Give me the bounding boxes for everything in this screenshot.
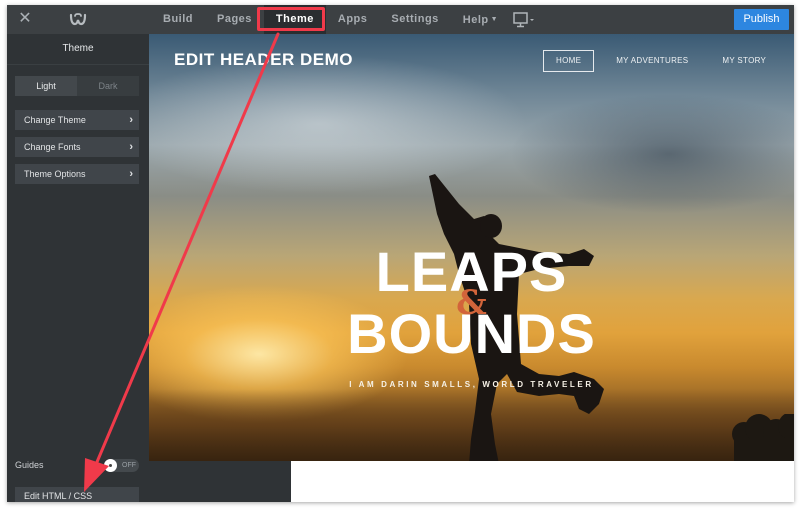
nav-apps[interactable]: Apps (326, 5, 380, 34)
chevron-right-icon: › (129, 141, 133, 153)
page-content-area[interactable] (291, 461, 794, 502)
guides-toggle[interactable]: OFF (104, 459, 139, 472)
sidebar-title: Theme (7, 34, 149, 65)
nav-theme[interactable]: Theme (263, 5, 326, 34)
toggle-light[interactable]: Light (15, 76, 77, 96)
sidebar-item-label: Change Fonts (24, 142, 81, 152)
hero-header[interactable]: EDIT HEADER DEMO HOME MY ADVENTURES MY S… (149, 34, 794, 461)
site-nav-my-adventures[interactable]: MY ADVENTURES (604, 50, 700, 72)
chevron-right-icon: › (129, 114, 133, 126)
hero-tagline[interactable]: I AM DARIN SMALLS, WORLD TRAVELER (149, 380, 794, 389)
chevron-right-icon: › (129, 168, 133, 180)
site-nav-my-story[interactable]: MY STORY (710, 50, 778, 72)
hero-title-line2[interactable]: BOUNDS (149, 306, 794, 362)
light-dark-toggle: Light Dark (15, 76, 139, 96)
toggle-dark[interactable]: Dark (77, 76, 139, 96)
main-nav: Build Pages Theme Apps Settings Help ▼ (151, 5, 510, 34)
theme-sidebar: Theme Light Dark Change Theme › Change F… (7, 34, 149, 502)
nav-pages[interactable]: Pages (205, 5, 264, 34)
toggle-knob (104, 459, 117, 472)
site-nav: HOME MY ADVENTURES MY STORY (543, 50, 778, 72)
trees-silhouette (732, 414, 794, 461)
edit-html-css-button[interactable]: Edit HTML / CSS (15, 487, 139, 502)
top-toolbar: ✕ Build Pages Theme Apps Settings Help ▼ … (7, 5, 794, 34)
sidebar-item-label: Change Theme (24, 115, 86, 125)
nav-settings-label: Settings (391, 13, 439, 25)
publish-button[interactable]: Publish (734, 9, 789, 30)
nav-pages-label: Pages (217, 13, 252, 25)
nav-help[interactable]: Help ▼ (451, 5, 510, 34)
sidebar-item-change-fonts[interactable]: Change Fonts › (15, 137, 139, 157)
chevron-down-icon: ▼ (490, 16, 499, 23)
sidebar-item-theme-options[interactable]: Theme Options › (15, 164, 139, 184)
desktop-monitor-icon[interactable] (513, 12, 535, 28)
guides-label: Guides (15, 460, 44, 470)
nav-build-label: Build (163, 13, 193, 25)
guides-state: OFF (122, 462, 136, 469)
hero-cloud (149, 54, 529, 194)
close-icon[interactable]: ✕ (17, 11, 33, 27)
sidebar-item-change-theme[interactable]: Change Theme › (15, 110, 139, 130)
editor-window: ✕ Build Pages Theme Apps Settings Help ▼ … (7, 5, 794, 502)
weebly-logo-icon[interactable] (69, 12, 87, 26)
site-title[interactable]: EDIT HEADER DEMO (174, 50, 353, 70)
sidebar-item-label: Theme Options (24, 169, 86, 179)
site-preview: EDIT HEADER DEMO HOME MY ADVENTURES MY S… (149, 34, 794, 502)
site-nav-home[interactable]: HOME (543, 50, 595, 72)
nav-settings[interactable]: Settings (379, 5, 450, 34)
nav-help-label: Help (462, 14, 489, 26)
nav-theme-label: Theme (275, 13, 314, 25)
nav-apps-label: Apps (337, 13, 368, 25)
nav-build[interactable]: Build (151, 5, 205, 34)
